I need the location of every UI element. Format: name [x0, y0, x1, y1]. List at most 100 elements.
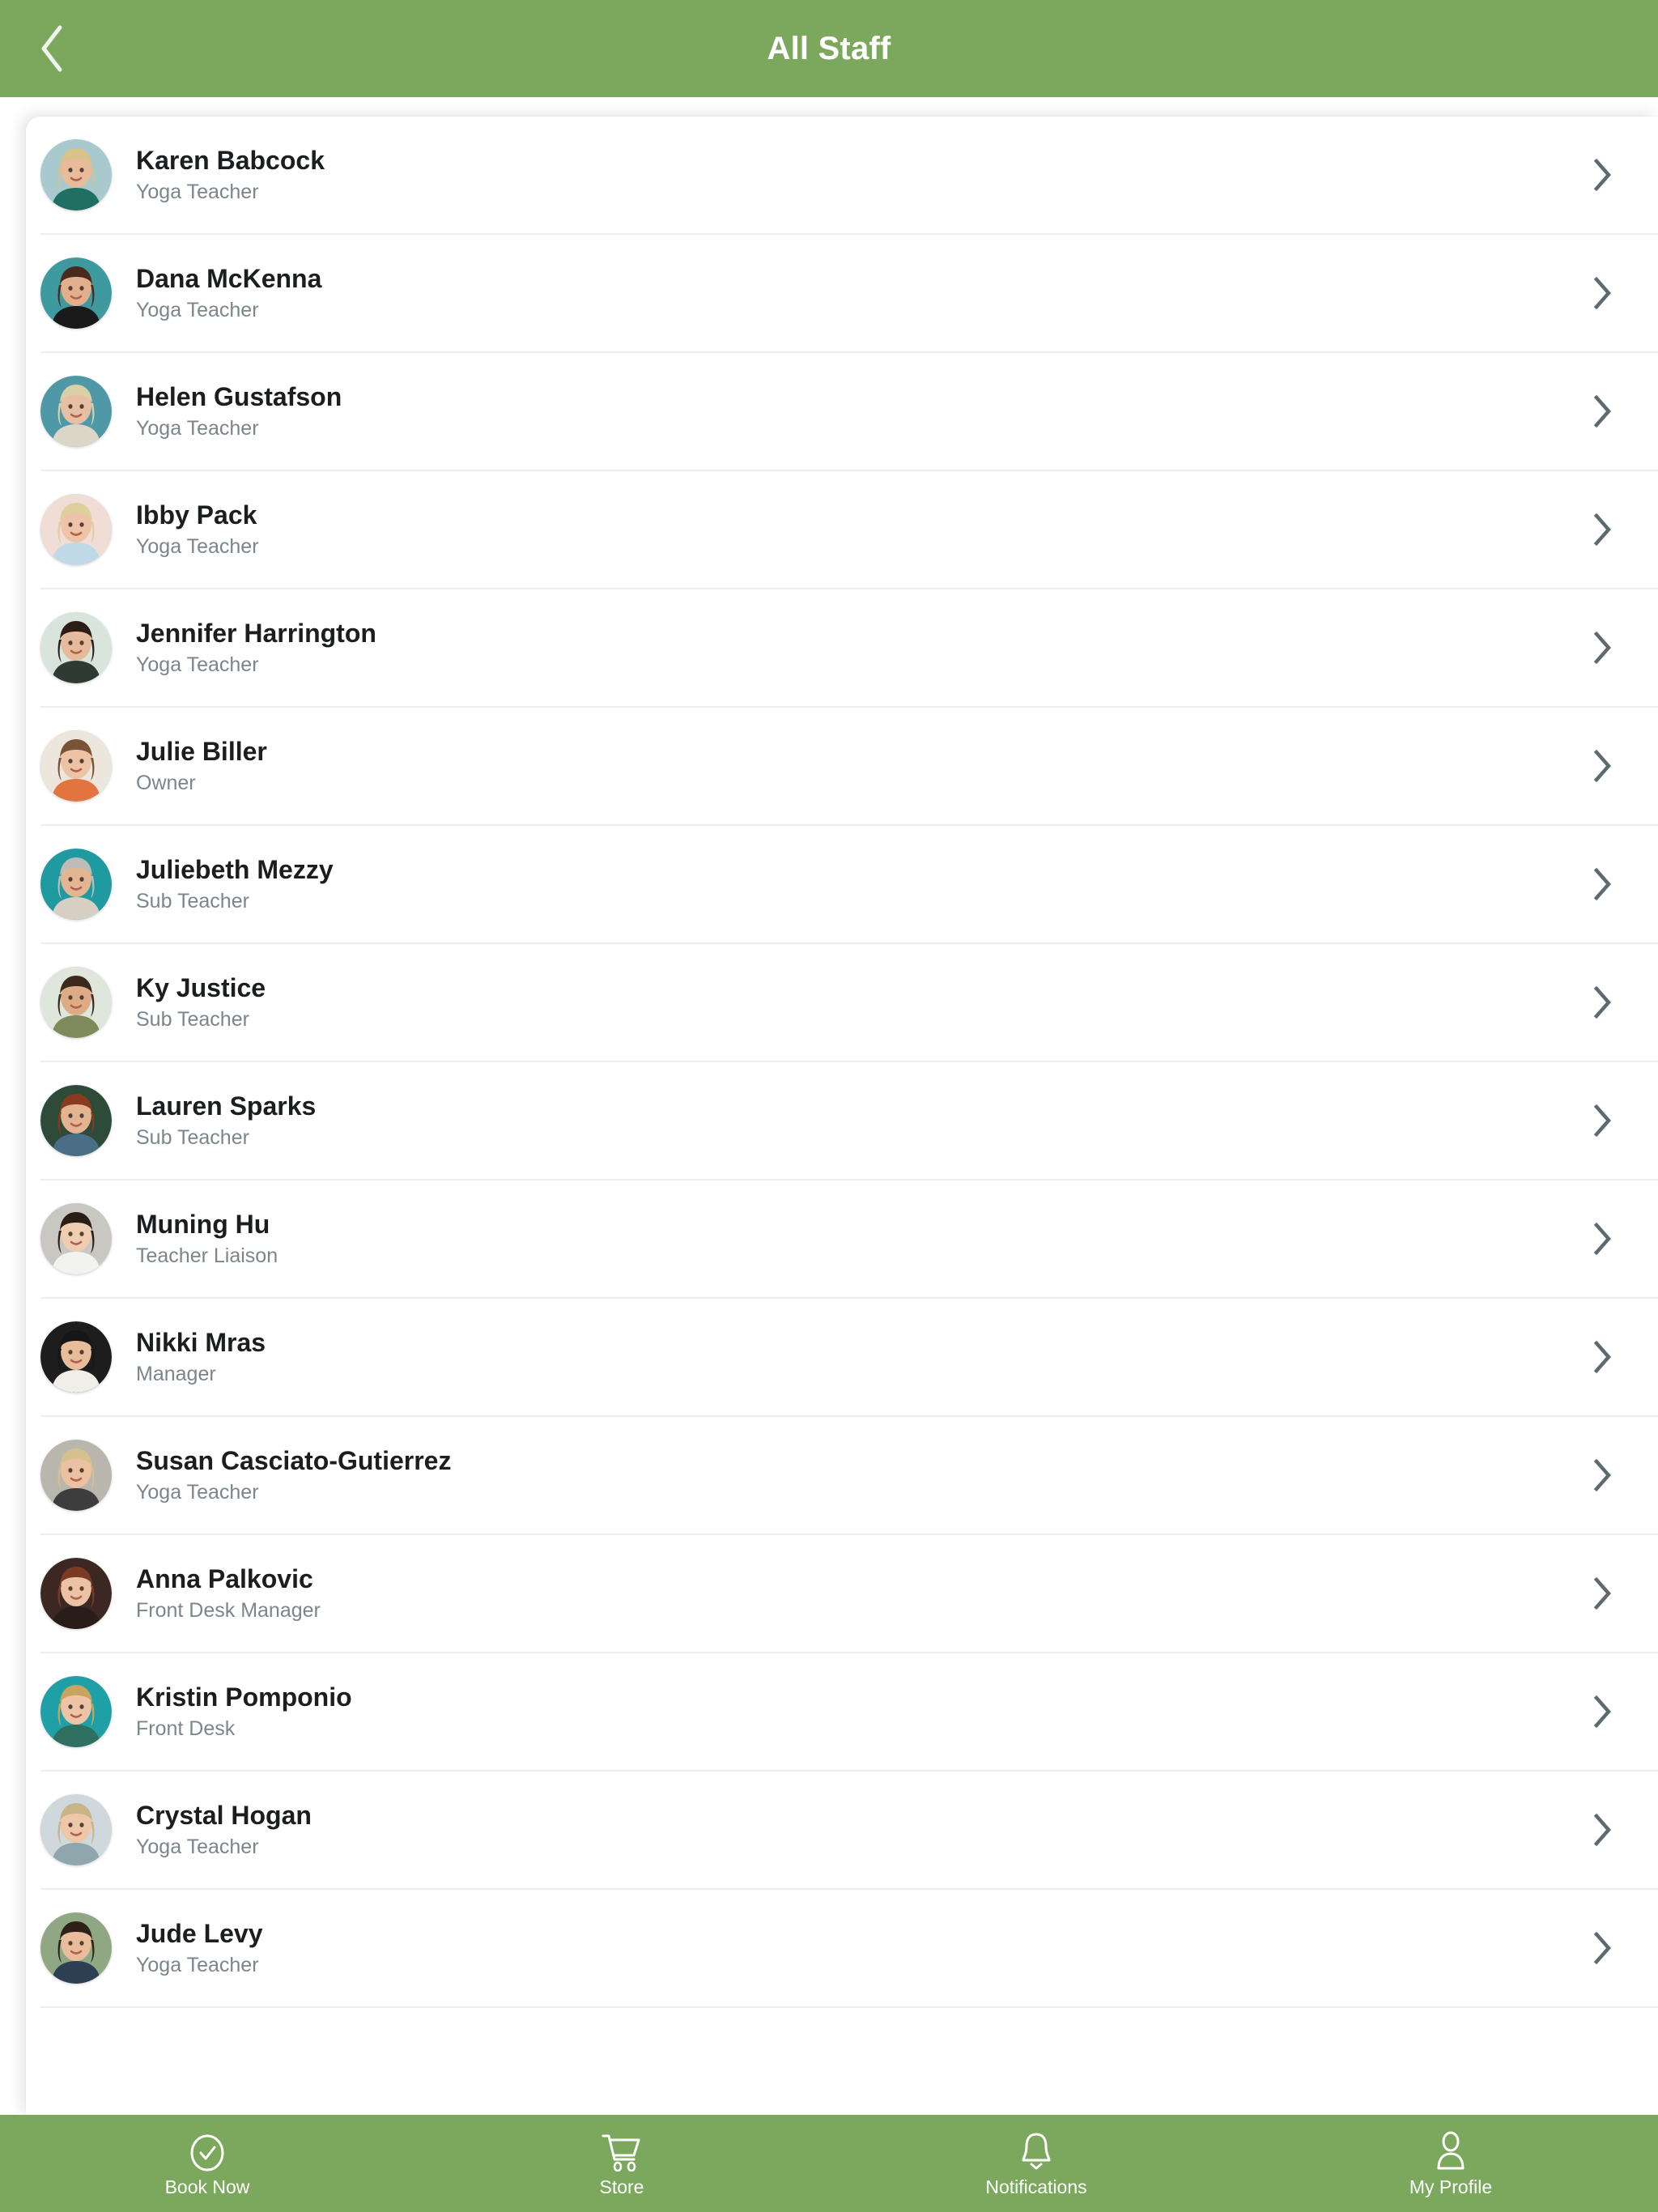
staff-name: Julie Biller: [136, 737, 267, 767]
all-staff-screen: All Staff Karen Babcock Yoga Teacher Dan…: [0, 0, 1658, 2212]
staff-text-block: Nikki Mras Manager: [136, 1328, 1572, 1385]
staff-role: Sub Teacher: [136, 889, 249, 912]
chevron-right-icon[interactable]: [1585, 1221, 1621, 1257]
tab-store[interactable]: Store: [414, 2115, 829, 2212]
staff-text-block: Anna Palkovic Front Desk Manager: [136, 1564, 1572, 1622]
staff-text-block: Dana McKenna Yoga Teacher: [136, 264, 1572, 321]
staff-list-item[interactable]: Jude Levy Yoga Teacher: [26, 1890, 1658, 2006]
staff-list-item[interactable]: Lauren Sparks Sub Teacher: [26, 1062, 1658, 1179]
staff-text-block: Susan Casciato-Gutierrez Yoga Teacher: [136, 1446, 1572, 1504]
avatar: [40, 612, 112, 683]
staff-list-item[interactable]: Karen Babcock Yoga Teacher: [26, 117, 1658, 233]
back-button[interactable]: [16, 12, 89, 85]
staff-text-block: Lauren Sparks Sub Teacher: [136, 1091, 1572, 1149]
staff-list-item[interactable]: Juliebeth Mezzy Sub Teacher: [26, 826, 1658, 942]
chevron-right-icon[interactable]: [1585, 1812, 1621, 1848]
avatar: [40, 1676, 112, 1747]
staff-role: Owner: [136, 771, 196, 794]
staff-name: Susan Casciato-Gutierrez: [136, 1446, 452, 1476]
avatar: [40, 1558, 112, 1629]
staff-role: Front Desk Manager: [136, 1598, 321, 1622]
tab-label: Store: [599, 2176, 644, 2197]
avatar: [40, 1440, 112, 1511]
staff-text-block: Helen Gustafson Yoga Teacher: [136, 382, 1572, 440]
staff-text-block: Jude Levy Yoga Teacher: [136, 1919, 1572, 1976]
staff-name: Nikki Mras: [136, 1328, 266, 1358]
staff-name: Dana McKenna: [136, 264, 322, 294]
staff-role: Yoga Teacher: [136, 180, 259, 203]
staff-text-block: Ibby Pack Yoga Teacher: [136, 500, 1572, 558]
staff-list-item[interactable]: Ky Justice Sub Teacher: [26, 944, 1658, 1061]
staff-list-item[interactable]: Kristin Pomponio Front Desk: [26, 1653, 1658, 1770]
chevron-right-icon[interactable]: [1585, 1103, 1621, 1138]
chevron-right-icon[interactable]: [1585, 1339, 1621, 1375]
staff-name: Jude Levy: [136, 1919, 263, 1949]
staff-name: Jennifer Harrington: [136, 619, 376, 649]
avatar: [40, 139, 112, 211]
avatar: [40, 376, 112, 447]
bottom-tab-bar: Book Now Store Notifications My Profile: [0, 2115, 1658, 2212]
staff-role: Yoga Teacher: [136, 1835, 259, 1858]
staff-text-block: Jennifer Harrington Yoga Teacher: [136, 619, 1572, 676]
app-bar: All Staff: [0, 0, 1658, 97]
staff-text-block: Kristin Pomponio Front Desk: [136, 1682, 1572, 1740]
staff-role: Yoga Teacher: [136, 1480, 259, 1504]
staff-list-item[interactable]: Dana McKenna Yoga Teacher: [26, 235, 1658, 351]
avatar: [40, 849, 112, 920]
staff-name: Muning Hu: [136, 1210, 270, 1240]
chevron-right-icon[interactable]: [1585, 512, 1621, 547]
staff-name: Lauren Sparks: [136, 1091, 317, 1121]
shopping-cart-icon: [601, 2131, 643, 2172]
row-divider: [40, 2006, 1658, 2008]
staff-list-item[interactable]: Helen Gustafson Yoga Teacher: [26, 353, 1658, 470]
content-area: Karen Babcock Yoga Teacher Dana McKenna Yo…: [0, 97, 1658, 2115]
avatar: [40, 1203, 112, 1274]
tab-my-profile[interactable]: My Profile: [1244, 2115, 1658, 2212]
chevron-right-icon[interactable]: [1585, 1930, 1621, 1966]
avatar: [40, 1085, 112, 1156]
avatar: [40, 494, 112, 565]
avatar: [40, 730, 112, 802]
staff-role: Yoga Teacher: [136, 1953, 259, 1976]
staff-name: Kristin Pomponio: [136, 1682, 352, 1712]
tab-notifications[interactable]: Notifications: [829, 2115, 1244, 2212]
chevron-right-icon[interactable]: [1585, 393, 1621, 429]
staff-list-item[interactable]: Muning Hu Teacher Liaison: [26, 1180, 1658, 1297]
staff-role: Yoga Teacher: [136, 653, 259, 676]
staff-list-item[interactable]: Susan Casciato-Gutierrez Yoga Teacher: [26, 1417, 1658, 1534]
staff-list-item[interactable]: Ibby Pack Yoga Teacher: [26, 471, 1658, 588]
staff-list-item[interactable]: Jennifer Harrington Yoga Teacher: [26, 589, 1658, 706]
staff-card: Karen Babcock Yoga Teacher Dana McKenna Yo…: [26, 117, 1658, 2115]
staff-list-item[interactable]: Julie Biller Owner: [26, 708, 1658, 824]
staff-name: Anna Palkovic: [136, 1564, 313, 1594]
staff-text-block: Muning Hu Teacher Liaison: [136, 1210, 1572, 1267]
tab-book-now[interactable]: Book Now: [0, 2115, 414, 2212]
tab-label: Notifications: [985, 2176, 1087, 2197]
tab-label: Book Now: [164, 2176, 250, 2197]
chevron-right-icon[interactable]: [1585, 1694, 1621, 1729]
chevron-right-icon[interactable]: [1585, 275, 1621, 311]
chevron-right-icon[interactable]: [1585, 866, 1621, 902]
chevron-right-icon[interactable]: [1585, 748, 1621, 784]
staff-name: Ibby Pack: [136, 500, 257, 530]
tab-label: My Profile: [1409, 2176, 1493, 2197]
chevron-right-icon[interactable]: [1585, 1457, 1621, 1493]
staff-role: Sub Teacher: [136, 1007, 249, 1031]
staff-text-block: Crystal Hogan Yoga Teacher: [136, 1801, 1572, 1858]
chevron-right-icon[interactable]: [1585, 157, 1621, 193]
chevron-right-icon[interactable]: [1585, 1576, 1621, 1611]
chevron-right-icon[interactable]: [1585, 630, 1621, 666]
staff-text-block: Ky Justice Sub Teacher: [136, 973, 1572, 1031]
staff-name: Helen Gustafson: [136, 382, 342, 412]
staff-text-block: Juliebeth Mezzy Sub Teacher: [136, 855, 1572, 912]
staff-list-item[interactable]: Anna Palkovic Front Desk Manager: [26, 1535, 1658, 1652]
chevron-right-icon[interactable]: [1585, 985, 1621, 1020]
avatar: [40, 967, 112, 1038]
staff-text-block: Julie Biller Owner: [136, 737, 1572, 794]
staff-list-item[interactable]: Nikki Mras Manager: [26, 1299, 1658, 1415]
staff-list[interactable]: Karen Babcock Yoga Teacher Dana McKenna Yo…: [26, 117, 1658, 2008]
page-title: All Staff: [767, 31, 891, 66]
bell-icon: [1018, 2131, 1054, 2172]
staff-list-item[interactable]: Crystal Hogan Yoga Teacher: [26, 1772, 1658, 1888]
staff-role: Teacher Liaison: [136, 1244, 278, 1267]
